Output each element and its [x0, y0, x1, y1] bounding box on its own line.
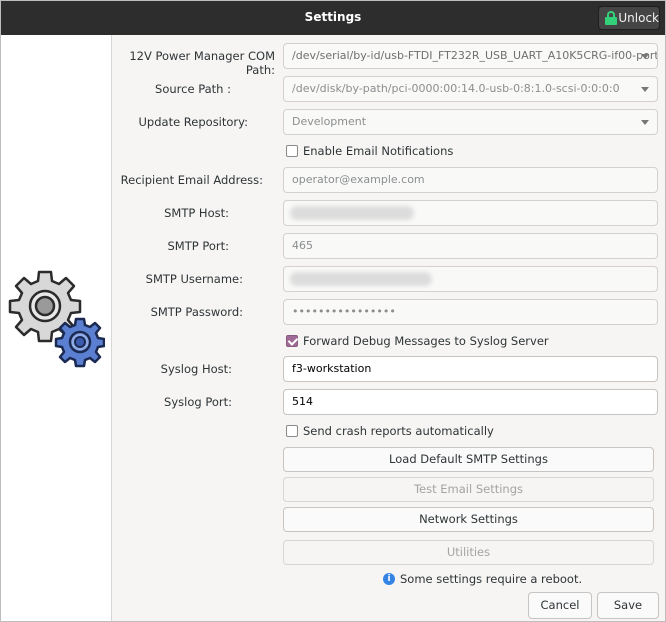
utilities-button[interactable]: Utilities [283, 540, 654, 565]
crash-reports-checkbox[interactable]: Send crash reports automatically [286, 424, 494, 438]
smtp-port-field[interactable]: 465 [283, 233, 658, 259]
unlocked-padlock-icon [605, 11, 617, 25]
network-settings-button[interactable]: Network Settings [283, 507, 654, 532]
update-repo-label: Update Repository: [138, 115, 249, 129]
test-email-button[interactable]: Test Email Settings [283, 477, 654, 502]
title-bar: Settings Unlock [1, 1, 665, 35]
update-repo-combo[interactable]: Development [283, 109, 658, 135]
smtp-password-field[interactable]: •••••••••••••••• [283, 299, 658, 325]
syslog-host-field[interactable]: f3-workstation [283, 356, 658, 382]
enable-email-label: Enable Email Notifications [303, 144, 454, 158]
syslog-port-value: 514 [292, 395, 313, 408]
redacted-text [290, 272, 432, 286]
recipient-email-field[interactable]: operator@example.com [283, 167, 658, 193]
window-title: Settings [304, 10, 362, 24]
checkbox-box[interactable] [286, 335, 298, 347]
forward-debug-label: Forward Debug Messages to Syslog Server [303, 334, 549, 348]
power-manager-value: /dev/serial/by-id/usb-FTDI_FT232R_USB_UA… [292, 49, 658, 62]
unlock-button[interactable]: Unlock [598, 6, 660, 30]
unlock-label: Unlock [618, 11, 659, 25]
smtp-username-label: SMTP Username: [145, 272, 243, 286]
source-path-label: Source Path : [155, 82, 231, 96]
smtp-host-field[interactable] [283, 200, 658, 226]
chevron-down-icon [641, 54, 649, 59]
enable-email-checkbox[interactable]: Enable Email Notifications [286, 144, 453, 158]
power-manager-combo[interactable]: /dev/serial/by-id/usb-FTDI_FT232R_USB_UA… [283, 43, 658, 69]
smtp-password-label: SMTP Password: [150, 305, 243, 319]
recipient-email-value: operator@example.com [292, 173, 425, 186]
syslog-port-field[interactable]: 514 [283, 389, 658, 415]
source-path-value: /dev/disk/by-path/pci-0000:00:14.0-usb-0… [292, 82, 620, 95]
power-manager-label: 12V Power Manager COM Path: [129, 49, 275, 77]
smtp-port-value: 465 [292, 239, 313, 252]
smtp-port-label: SMTP Port: [167, 239, 229, 253]
chevron-down-icon [641, 120, 649, 125]
crash-reports-label: Send crash reports automatically [303, 424, 494, 438]
chevron-down-icon [641, 87, 649, 92]
smtp-password-value: •••••••••••••••• [292, 305, 396, 318]
recipient-email-label: Recipient Email Address: [120, 173, 263, 187]
syslog-host-label: Syslog Host: [160, 362, 232, 376]
checkbox-box[interactable] [286, 145, 298, 157]
syslog-port-label: Syslog Port: [164, 395, 232, 409]
update-repo-value: Development [292, 115, 367, 128]
source-path-combo[interactable]: /dev/disk/by-path/pci-0000:00:14.0-usb-0… [283, 76, 658, 102]
smtp-username-field[interactable] [283, 266, 658, 292]
redacted-text [290, 206, 414, 220]
syslog-host-value: f3-workstation [292, 362, 372, 375]
info-icon: i [383, 573, 395, 585]
smtp-host-label: SMTP Host: [164, 206, 229, 220]
save-button[interactable]: Save [597, 592, 659, 619]
load-default-smtp-button[interactable]: Load Default SMTP Settings [283, 447, 654, 472]
cancel-button[interactable]: Cancel [528, 592, 592, 619]
reboot-notice: i Some settings require a reboot. [383, 572, 582, 586]
checkbox-box[interactable] [286, 425, 298, 437]
settings-window: Settings Unlock 12V Power Manager COM Pa… [0, 0, 666, 622]
reboot-notice-text: Some settings require a reboot. [400, 572, 583, 586]
forward-debug-checkbox[interactable]: Forward Debug Messages to Syslog Server [286, 334, 549, 348]
